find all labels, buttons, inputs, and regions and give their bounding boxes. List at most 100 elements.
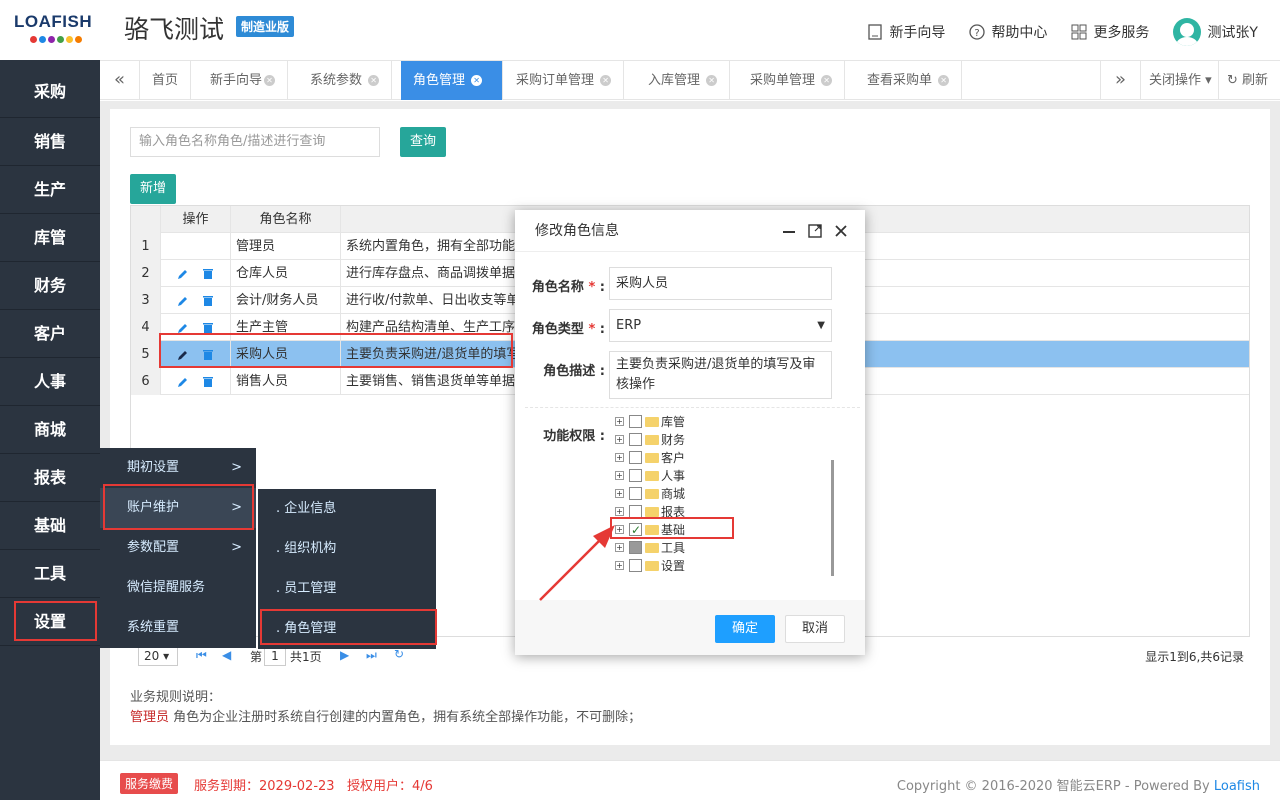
- edit-icon[interactable]: [177, 295, 189, 307]
- first-page-icon[interactable]: ⏮: [196, 648, 207, 663]
- close-icon[interactable]: ✕: [938, 75, 950, 86]
- sidebar-item-tools[interactable]: 工具: [0, 550, 100, 598]
- refresh-button[interactable]: ↻ 刷新: [1218, 61, 1276, 100]
- minimize-icon[interactable]: [781, 223, 797, 239]
- close-icon[interactable]: ✕: [471, 75, 483, 86]
- service-payment-badge[interactable]: 服务缴费: [120, 773, 179, 794]
- expand-icon[interactable]: +: [615, 489, 624, 498]
- menu-organization[interactable]: . 组织机构: [258, 529, 436, 569]
- sidebar-item-hr[interactable]: 人事: [0, 358, 100, 406]
- checkbox-partial[interactable]: [629, 541, 642, 554]
- tab-inbound[interactable]: 入库管理 ✕: [636, 61, 731, 100]
- tab-guide[interactable]: 新手向导 ✕: [198, 61, 289, 100]
- expand-icon[interactable]: +: [615, 507, 624, 516]
- user-menu[interactable]: 测试张Y: [1173, 18, 1258, 46]
- sidebar-item-customer[interactable]: 客户: [0, 310, 100, 358]
- sidebar-item-inventory[interactable]: 库管: [0, 214, 100, 262]
- checkbox[interactable]: [629, 415, 642, 428]
- sidebar-item-reports[interactable]: 报表: [0, 454, 100, 502]
- user-name: 测试张Y: [1207, 25, 1258, 41]
- add-button[interactable]: 新增: [130, 174, 177, 204]
- sidebar-item-sales[interactable]: 销售: [0, 118, 100, 166]
- edition-badge: 制造业版: [236, 16, 295, 37]
- tab-label: 新手向导: [210, 73, 263, 88]
- expand-icon[interactable]: +: [615, 417, 624, 426]
- tab-role-management[interactable]: 角色管理 ✕: [401, 61, 503, 100]
- expand-icon[interactable]: +: [615, 471, 624, 480]
- tree-scrollbar[interactable]: [831, 460, 834, 576]
- rules-line: 管理员 角色为企业注册时系统自行创建的内置角色，拥有系统全部操作功能，不可删除；: [130, 708, 641, 728]
- sidebar-item-mall[interactable]: 商城: [0, 406, 100, 454]
- highlight-box-row: [159, 333, 513, 368]
- delete-icon[interactable]: [202, 376, 214, 388]
- delete-icon[interactable]: [202, 322, 214, 334]
- expand-icon[interactable]: +: [615, 435, 624, 444]
- tab-label: 采购订单管理: [516, 73, 595, 88]
- checkbox[interactable]: [629, 469, 642, 482]
- tab-system-params[interactable]: 系统参数 ✕: [298, 61, 393, 100]
- query-button[interactable]: 查询: [400, 127, 447, 157]
- close-operations-menu[interactable]: 关闭操作 ▾: [1140, 61, 1220, 100]
- copyright: Copyright © 2016-2020 智能云ERP - Powered B…: [897, 775, 1260, 794]
- tab-view-purchase[interactable]: 查看采购单 ✕: [855, 61, 963, 100]
- edit-icon[interactable]: [177, 322, 189, 334]
- page-size-select[interactable]: 20 ▾: [138, 646, 178, 666]
- close-icon[interactable]: ✕: [821, 75, 833, 86]
- tab-scroll-right-icon[interactable]: »: [1100, 61, 1140, 100]
- confirm-button[interactable]: 确定: [715, 615, 775, 643]
- tab-purchase-mgmt[interactable]: 采购单管理 ✕: [738, 61, 846, 100]
- close-icon[interactable]: ✕: [706, 75, 718, 86]
- role-desc-textarea[interactable]: 主要负责采购进/退货单的填写及审核操作: [609, 351, 832, 399]
- menu-employee-mgmt[interactable]: . 员工管理: [258, 569, 436, 609]
- maximize-icon[interactable]: [807, 223, 823, 239]
- tab-scroll-left-icon[interactable]: «: [100, 61, 140, 100]
- close-icon[interactable]: ✕: [600, 75, 612, 86]
- menu-initial-setup[interactable]: 期初设置 >: [100, 448, 256, 488]
- delete-icon[interactable]: [202, 268, 214, 280]
- menu-wechat-reminder[interactable]: 微信提醒服务: [100, 568, 256, 608]
- tab-purchase-orders[interactable]: 采购订单管理 ✕: [504, 61, 625, 100]
- highlight-box-settings: [14, 601, 97, 641]
- close-icon[interactable]: ✕: [368, 75, 380, 86]
- checkbox[interactable]: [629, 433, 642, 446]
- sidebar-item-basic[interactable]: 基础: [0, 502, 100, 550]
- checkbox[interactable]: [629, 451, 642, 464]
- grid-icon: [1071, 24, 1087, 40]
- close-icon[interactable]: ✕: [264, 75, 276, 86]
- sidebar-item-finance[interactable]: 财务: [0, 262, 100, 310]
- close-icon[interactable]: [833, 223, 849, 239]
- logo[interactable]: LOAFISH: [14, 12, 92, 48]
- prev-page-icon[interactable]: ◀: [222, 648, 231, 662]
- more-services-link[interactable]: 更多服务: [1071, 22, 1149, 42]
- sidebar-item-production[interactable]: 生产: [0, 166, 100, 214]
- copyright-text: Copyright © 2016-2020 智能云ERP - Powered B…: [896, 779, 1214, 794]
- help-link[interactable]: ? 帮助中心: [969, 22, 1047, 42]
- chevron-right-icon: >: [231, 540, 242, 555]
- checkbox[interactable]: [629, 487, 642, 500]
- edit-icon[interactable]: [177, 376, 189, 388]
- next-page-icon[interactable]: ▶: [340, 648, 349, 662]
- reload-icon[interactable]: ↻: [394, 647, 404, 661]
- row-ops: [161, 233, 231, 260]
- delete-icon[interactable]: [202, 295, 214, 307]
- last-page-icon[interactable]: ⏭: [366, 648, 377, 663]
- role-type-select[interactable]: ERP ▼: [609, 309, 832, 342]
- edit-icon[interactable]: [177, 268, 189, 280]
- menu-param-config[interactable]: 参数配置 >: [100, 528, 256, 568]
- search-input[interactable]: 输入角色名称角色/描述进行查询: [130, 127, 380, 157]
- checkbox[interactable]: [629, 559, 642, 572]
- folder-icon: [645, 453, 659, 463]
- role-name-input[interactable]: 采购人员: [609, 267, 832, 300]
- expand-icon[interactable]: +: [615, 453, 624, 462]
- rules-keyword: 管理员: [130, 710, 170, 725]
- permissions-label: 功能权限 :: [543, 429, 605, 444]
- cancel-button[interactable]: 取消: [785, 615, 845, 643]
- menu-system-reset[interactable]: 系统重置: [100, 608, 256, 648]
- brand-link[interactable]: Loafish: [1214, 779, 1260, 794]
- page-number-input[interactable]: 1: [264, 646, 286, 666]
- tab-home[interactable]: 首页: [140, 61, 192, 100]
- guide-link[interactable]: 新手向导: [867, 22, 945, 42]
- menu-company-info[interactable]: . 企业信息: [258, 489, 436, 529]
- label-text: 功能权限: [543, 429, 596, 444]
- sidebar-item-purchase[interactable]: 采购: [0, 60, 100, 118]
